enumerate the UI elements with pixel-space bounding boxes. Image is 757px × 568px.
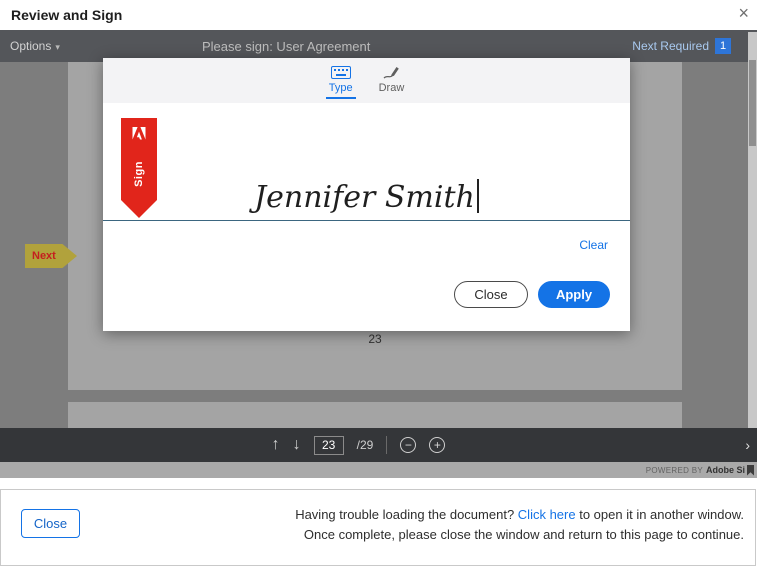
zoom-in-button[interactable]: + bbox=[429, 437, 445, 453]
footer-close-button[interactable]: Close bbox=[21, 509, 80, 538]
next-required-badge: 1 bbox=[715, 38, 731, 54]
page-title: Review and Sign bbox=[11, 7, 122, 23]
signature-area: Sign Jennifer Smith bbox=[103, 103, 630, 221]
page-number-label: 23 bbox=[68, 332, 682, 346]
toolbar-expand-chevron[interactable]: › bbox=[745, 437, 750, 453]
page-total-label: /29 bbox=[357, 438, 374, 452]
scrollbar-thumb[interactable] bbox=[749, 60, 756, 146]
apply-button[interactable]: Apply bbox=[538, 281, 610, 308]
signature-value: Jennifer Smith bbox=[254, 180, 475, 215]
document-viewer: 23 Next Type Draw Si bbox=[0, 62, 748, 428]
tab-type-label: Type bbox=[329, 82, 353, 94]
text-caret bbox=[477, 179, 479, 213]
powered-by-strip: POWERED BY Adobe Si bbox=[0, 462, 757, 478]
pdf-nav-controls: ↑ ↓ /29 − + bbox=[272, 436, 446, 455]
document-page-next bbox=[68, 402, 682, 428]
pen-icon bbox=[382, 65, 401, 80]
options-menu[interactable]: Options ▾ bbox=[10, 39, 60, 53]
help-text-before: Having trouble loading the document? bbox=[295, 507, 514, 522]
keyboard-icon bbox=[331, 65, 351, 80]
close-icon[interactable]: × bbox=[738, 3, 749, 24]
toolbar-divider bbox=[386, 436, 387, 454]
dialog-buttons: Close Apply bbox=[454, 281, 610, 308]
adobe-logo-icon bbox=[132, 127, 146, 145]
options-label: Options bbox=[10, 39, 51, 53]
window-titlebar: Review and Sign × bbox=[0, 0, 757, 30]
powered-by-label: POWERED BY bbox=[646, 466, 703, 475]
tab-type[interactable]: Type bbox=[326, 65, 356, 99]
clear-link[interactable]: Clear bbox=[579, 238, 608, 252]
dialog-close-button[interactable]: Close bbox=[454, 281, 528, 308]
pdf-toolbar: ↑ ↓ /29 − + › bbox=[0, 428, 757, 462]
signature-dialog: Type Draw Sign Jennifer Smith Clear Clos… bbox=[103, 58, 630, 331]
signature-input[interactable]: Jennifer Smith bbox=[103, 179, 630, 215]
corner-flag-icon bbox=[747, 465, 754, 476]
page-down-button[interactable]: ↓ bbox=[293, 437, 301, 453]
next-field-tab-label: Next bbox=[32, 250, 56, 262]
tab-draw[interactable]: Draw bbox=[376, 65, 408, 97]
next-required-label: Next Required bbox=[632, 39, 709, 53]
document-title: Please sign: User Agreement bbox=[202, 39, 370, 54]
page-up-button[interactable]: ↑ bbox=[272, 437, 280, 453]
scrollbar[interactable] bbox=[748, 32, 757, 428]
chevron-down-icon: ▾ bbox=[55, 42, 60, 52]
signature-tabbar: Type Draw bbox=[103, 58, 630, 103]
next-required-indicator: Next Required 1 bbox=[632, 38, 731, 54]
zoom-out-button[interactable]: − bbox=[400, 437, 416, 453]
footer-panel: Close Having trouble loading the documen… bbox=[0, 489, 756, 566]
tab-draw-label: Draw bbox=[379, 82, 405, 94]
help-text-line2: Once complete, please close the window a… bbox=[304, 527, 744, 542]
help-text-after: to open it in another window. bbox=[579, 507, 744, 522]
click-here-link[interactable]: Click here bbox=[518, 507, 576, 522]
brand-name: Adobe Si bbox=[706, 465, 745, 475]
page-number-input[interactable] bbox=[314, 436, 344, 455]
help-text: Having trouble loading the document? Cli… bbox=[295, 505, 744, 545]
